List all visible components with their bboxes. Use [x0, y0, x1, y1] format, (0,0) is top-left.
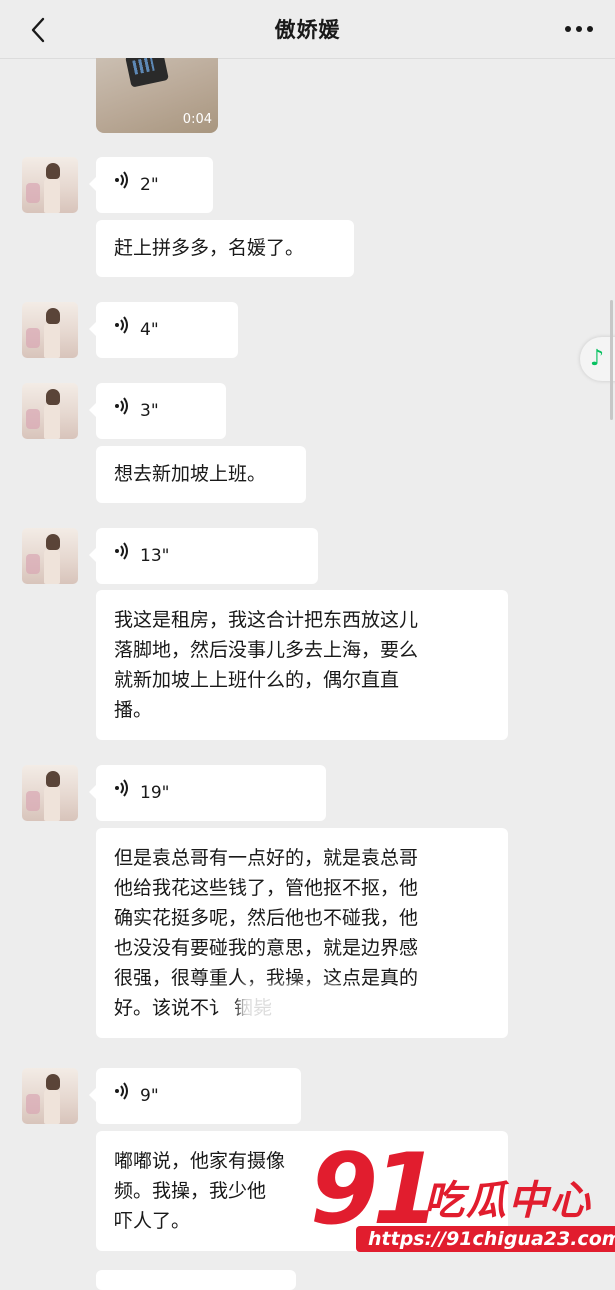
voice-message[interactable]: 13": [89, 528, 318, 584]
more-dots-icon: [565, 26, 593, 32]
chat-title: 傲娇媛: [274, 18, 341, 42]
voice-wave-icon: [114, 396, 130, 426]
message-text-line: 我这是租房，我这合计把东西放这儿: [114, 609, 419, 631]
message-text-line: 但是袁总哥有一点好的，就是袁总哥: [114, 847, 419, 869]
contact-avatar[interactable]: [22, 528, 78, 584]
video-preview-image: [125, 58, 169, 88]
text-message[interactable]: 想去新加坡上班。: [96, 446, 306, 503]
message-text-line: 想去新加坡上班。: [114, 463, 267, 485]
message-text-line: 吓人了。: [114, 1210, 191, 1232]
video-duration: 0:04: [182, 112, 212, 127]
message-text-line: 他给我花这些钱了，管他抠不抠，他: [114, 877, 419, 899]
text-message[interactable]: 赶上拼多多，名媛了。: [96, 220, 354, 277]
voice-wave-icon: [114, 778, 130, 808]
voice-duration: 3": [140, 401, 159, 421]
contact-avatar[interactable]: [22, 1068, 78, 1124]
contact-avatar[interactable]: [22, 765, 78, 821]
message-text-line: 嘟嘟说，他家有摄像: [114, 1150, 286, 1172]
voice-wave-icon: [114, 1081, 130, 1111]
voice-message[interactable]: 3": [89, 383, 226, 439]
music-note-icon: ♪: [590, 346, 605, 371]
next-message-partial: [96, 1270, 296, 1290]
voice-message[interactable]: 2": [89, 157, 213, 213]
message-text-line: 播。: [114, 699, 153, 721]
voice-message[interactable]: 4": [89, 302, 238, 358]
message-text-line: 就新加坡上上班什么的，偶尔直直: [114, 669, 400, 691]
contact-avatar[interactable]: [22, 302, 78, 358]
text-message[interactable]: 我这是租房，我这合计把东西放这儿 落脚地，然后没事儿多去上海，要么 就新加坡上上…: [96, 590, 508, 740]
contact-avatar[interactable]: [22, 157, 78, 213]
voice-duration: 2": [140, 175, 159, 195]
message-text-line: 落脚地，然后没事儿多去上海，要么: [114, 639, 419, 661]
redaction-blur: [240, 985, 340, 1025]
video-message-thumbnail[interactable]: 0:04: [96, 58, 218, 133]
voice-duration: 13": [140, 546, 170, 566]
text-message[interactable]: 嘟嘟说，他家有摄像 频。我操，我少他 吓人了。: [96, 1131, 508, 1251]
voice-message[interactable]: 9": [89, 1068, 301, 1124]
voice-wave-icon: [114, 170, 130, 200]
message-text-line: 确实花挺多呢，然后他也不碰我，他: [114, 907, 419, 929]
more-button[interactable]: [559, 16, 599, 42]
voice-duration: 9": [140, 1086, 159, 1106]
message-text-line: 频。我操，我少他: [114, 1180, 267, 1202]
message-text-line: 也没没有要碰我的意思，就是边界感: [114, 937, 419, 959]
voice-duration: 19": [140, 783, 170, 803]
contact-avatar[interactable]: [22, 383, 78, 439]
voice-message[interactable]: 19": [89, 765, 326, 821]
chat-header: 傲娇媛: [0, 0, 615, 59]
scrollbar[interactable]: [610, 300, 613, 420]
voice-wave-icon: [114, 315, 130, 345]
message-text-line: 赶上拼多多，名媛了。: [114, 237, 305, 259]
voice-duration: 4": [140, 320, 159, 340]
voice-wave-icon: [114, 541, 130, 571]
